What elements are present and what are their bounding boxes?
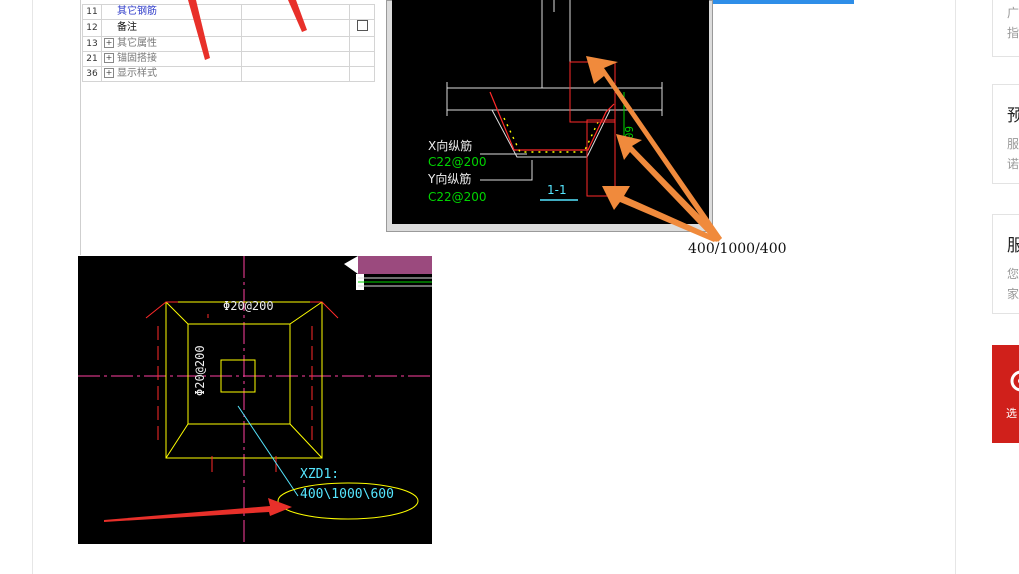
sidebar-red-label: 选 xyxy=(1006,407,1017,420)
sidebar-card-1-line-2: 指 xyxy=(1007,26,1019,40)
sidebar-card-3-line-2: 家 xyxy=(1007,287,1019,301)
sidebar-card-3-title: 服 xyxy=(1007,236,1019,256)
sidebar-card-1-line-1: 广 xyxy=(1007,6,1019,20)
sidebar-card-2-line-1: 服 xyxy=(1007,137,1019,151)
sidebar-card-1[interactable]: 广 指 xyxy=(992,0,1019,57)
sidebar-card-2-title: 预 xyxy=(1007,106,1019,126)
location-icon xyxy=(1010,370,1019,392)
red-arrow-1 xyxy=(188,0,210,60)
sidebar-card-3[interactable]: 服 您 家 xyxy=(992,214,1019,314)
arrow-overlay xyxy=(104,0,722,522)
sidebar-card-3-line-1: 您 xyxy=(1007,267,1019,281)
orange-arrow-2 xyxy=(616,134,722,242)
red-arrow-3 xyxy=(104,498,292,522)
sidebar-card-2-line-2: 诺 xyxy=(1007,157,1019,171)
red-arrow-2 xyxy=(288,0,307,32)
sidebar-card-2[interactable]: 预 服 诺 xyxy=(992,84,1019,184)
sidebar-red-button[interactable]: 选 xyxy=(992,345,1019,443)
